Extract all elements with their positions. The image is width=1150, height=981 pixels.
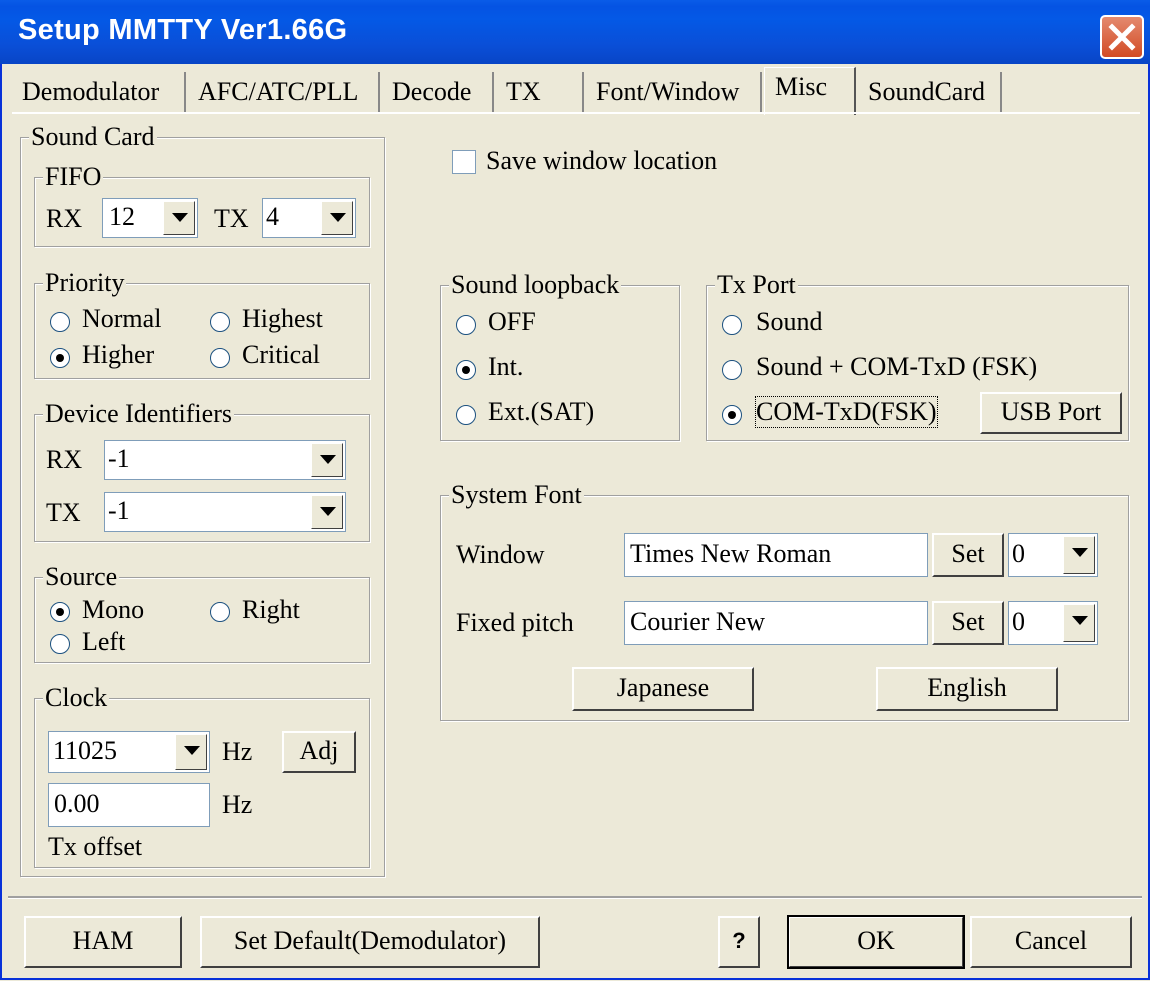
loopback-off-label: OFF (488, 307, 536, 336)
priority-highest-label: Highest (242, 304, 323, 333)
loopback-int-label: Int. (488, 352, 524, 381)
device-tx-combo[interactable]: -1 (104, 492, 346, 532)
txport-sound-com-label: Sound + COM-TxD (FSK) (756, 352, 1038, 381)
priority-critical-label: Critical (242, 340, 320, 369)
priority-critical-radio[interactable] (210, 348, 230, 368)
window-title: Setup MMTTY Ver1.66G (18, 14, 348, 46)
adj-button[interactable]: Adj (282, 731, 356, 773)
tab-decode[interactable]: Decode (382, 72, 494, 112)
fixed-pitch-font-field[interactable]: Courier New (624, 601, 928, 645)
clock-rate-combo[interactable]: 11025 (48, 731, 210, 773)
txport-com-radio[interactable] (722, 405, 742, 425)
device-rx-value: -1 (108, 444, 130, 473)
close-icon (1108, 23, 1136, 51)
tab-font-window[interactable]: Font/Window (586, 72, 762, 112)
source-right-label: Right (242, 595, 300, 624)
fifo-tx-value: 4 (266, 202, 279, 231)
source-mono-label: Mono (82, 595, 145, 624)
close-button[interactable] (1100, 15, 1144, 59)
fifo-label: FIFO (43, 162, 104, 192)
save-window-checkbox[interactable] (452, 150, 476, 174)
device-rx-label: RX (46, 445, 83, 474)
priority-normal-radio[interactable] (50, 312, 70, 332)
window-font-set-button[interactable]: Set (932, 533, 1004, 577)
footer-separator (8, 896, 1142, 899)
ham-button[interactable]: HAM (24, 916, 182, 968)
source-mono-radio[interactable] (50, 602, 70, 622)
clock-label: Clock (43, 683, 110, 713)
clock-hz-label: Hz (222, 737, 253, 766)
priority-higher-radio[interactable] (50, 348, 70, 368)
priority-highest-radio[interactable] (210, 312, 230, 332)
loopback-ext-radio[interactable] (456, 405, 476, 425)
priority-higher-label: Higher (82, 340, 155, 369)
save-window-label: Save window location (486, 146, 718, 175)
device-tx-label: TX (46, 498, 81, 527)
title-bar[interactable]: Setup MMTTY Ver1.66G (0, 0, 1150, 64)
help-button[interactable]: ? (718, 916, 760, 968)
source-label: Source (43, 562, 120, 592)
tx-offset-field[interactable]: 0.00 (48, 783, 210, 827)
japanese-button[interactable]: Japanese (572, 667, 754, 711)
priority-normal-label: Normal (82, 304, 162, 333)
tab-divider (12, 112, 1140, 114)
tab-misc[interactable]: Misc (764, 67, 856, 115)
source-left-radio[interactable] (50, 634, 70, 654)
window-font-size-value: 0 (1012, 539, 1025, 568)
window-font-field[interactable]: Times New Roman (624, 533, 928, 577)
tab-soundcard[interactable]: SoundCard (858, 72, 1002, 112)
ok-button[interactable]: OK (787, 915, 965, 969)
source-right-radio[interactable] (210, 602, 230, 622)
loopback-ext-label: Ext.(SAT) (488, 397, 595, 426)
chevron-down-icon[interactable] (163, 201, 195, 235)
tab-demodulator[interactable]: Demodulator (12, 72, 186, 112)
loopback-int-radio[interactable] (456, 360, 476, 380)
loopback-off-radio[interactable] (456, 315, 476, 335)
txport-com-label: COM-TxD(FSK) (755, 396, 938, 428)
chevron-down-icon[interactable] (1063, 604, 1095, 642)
fixed-pitch-label: Fixed pitch (456, 608, 574, 637)
source-left-label: Left (82, 627, 126, 656)
device-identifiers-label: Device Identifiers (43, 399, 234, 429)
device-rx-combo[interactable]: -1 (104, 440, 346, 480)
txport-sound-label: Sound (756, 307, 823, 336)
fifo-tx-combo[interactable]: 4 (262, 198, 356, 238)
device-tx-value: -1 (108, 496, 130, 525)
sound-loopback-label: Sound loopback (449, 270, 622, 300)
tx-port-label: Tx Port (715, 270, 798, 300)
english-button[interactable]: English (876, 667, 1058, 711)
chevron-down-icon[interactable] (1063, 536, 1095, 574)
fifo-rx-combo[interactable]: 12 (102, 198, 198, 238)
window-font-size-combo[interactable]: 0 (1008, 533, 1098, 577)
sound-card-label: Sound Card (29, 122, 157, 152)
fixed-pitch-size-combo[interactable]: 0 (1008, 601, 1098, 645)
set-default-button[interactable]: Set Default(Demodulator) (200, 916, 540, 968)
chevron-down-icon[interactable] (321, 201, 353, 235)
txport-sound-com-radio[interactable] (722, 360, 742, 380)
chevron-down-icon[interactable] (311, 495, 343, 529)
fifo-rx-value: 12 (109, 202, 135, 231)
tx-offset-label: Tx offset (48, 832, 143, 861)
usb-port-button[interactable]: USB Port (980, 392, 1122, 434)
fifo-tx-label: TX (214, 204, 249, 233)
window-font-label: Window (456, 540, 545, 569)
tab-afc-atc-pll[interactable]: AFC/ATC/PLL (188, 72, 380, 112)
txport-sound-radio[interactable] (722, 315, 742, 335)
cancel-button[interactable]: Cancel (970, 916, 1132, 968)
tx-offset-hz-label: Hz (222, 790, 253, 819)
fixed-pitch-set-button[interactable]: Set (932, 601, 1004, 645)
tab-tx[interactable]: TX (496, 72, 584, 112)
fixed-pitch-size-value: 0 (1012, 607, 1025, 636)
clock-rate-value: 11025 (53, 736, 118, 765)
system-font-label: System Font (449, 480, 584, 510)
fifo-rx-label: RX (46, 204, 83, 233)
chevron-down-icon[interactable] (311, 443, 343, 477)
priority-label: Priority (43, 268, 127, 298)
chevron-down-icon[interactable] (175, 734, 207, 770)
